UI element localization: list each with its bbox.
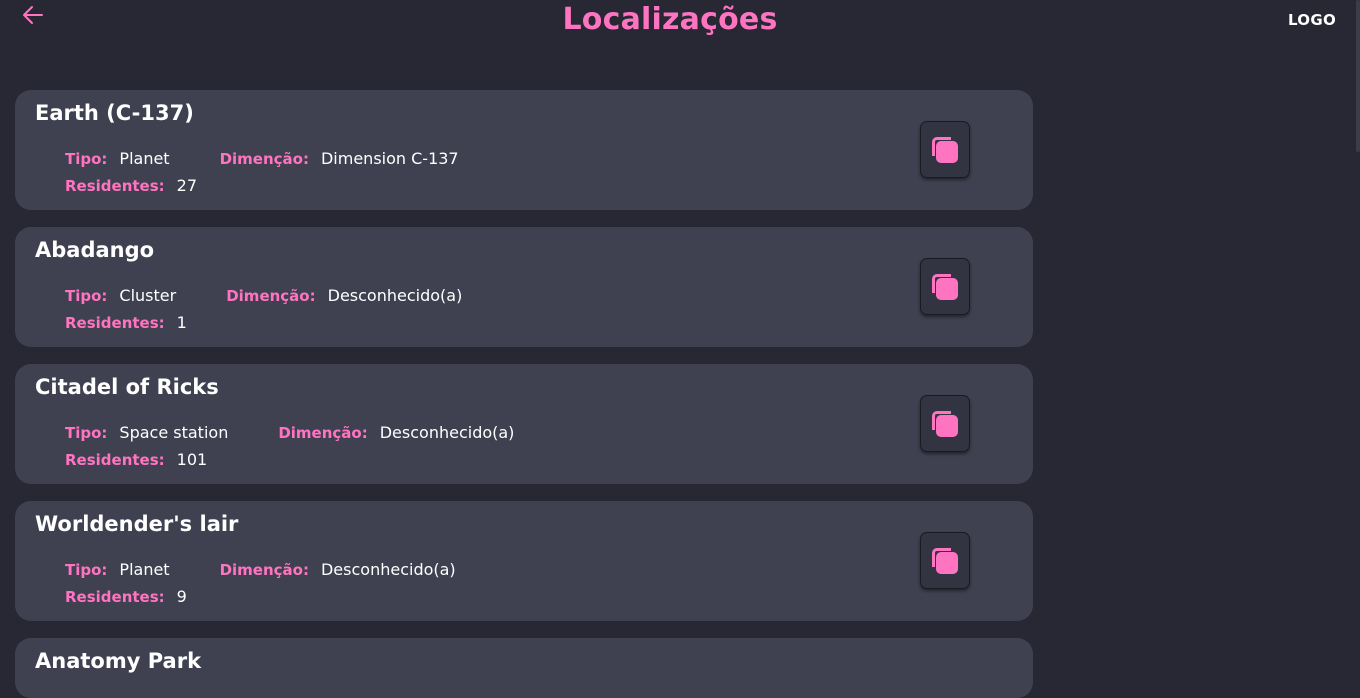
residents-label: Residentes: — [65, 314, 165, 332]
type-label: Tipo: — [65, 561, 108, 579]
copy-button[interactable] — [920, 395, 970, 452]
page-title: Localizações — [562, 2, 778, 37]
location-name: Earth (C-137) — [35, 101, 194, 125]
location-residents-row: Residentes: 101 — [65, 450, 207, 469]
logo[interactable]: LOGO — [1288, 11, 1336, 29]
dimension-value: Desconhecido(a) — [379, 423, 515, 442]
location-residents-row: Residentes: 9 — [65, 587, 187, 606]
location-card[interactable]: Abadango Tipo: Cluster Dimenção: Desconh… — [15, 227, 1033, 347]
location-info-row: Tipo: Cluster Dimenção: Desconhecido(a) — [65, 286, 462, 305]
residents-value: 9 — [176, 587, 187, 606]
dimension-label: Dimenção: — [219, 150, 309, 168]
dimension-label: Dimenção: — [219, 561, 309, 579]
location-name: Anatomy Park — [35, 649, 202, 673]
residents-value: 27 — [176, 176, 198, 195]
location-residents-row: Residentes: 1 — [65, 313, 187, 332]
type-value: Planet — [119, 149, 170, 168]
dimension-label: Dimenção: — [226, 287, 316, 305]
location-card[interactable]: Earth (C-137) Tipo: Planet Dimenção: Dim… — [15, 90, 1033, 210]
copy-icon — [932, 273, 958, 300]
residents-label: Residentes: — [65, 451, 165, 469]
location-info-row: Tipo: Planet Dimenção: Desconhecido(a) — [65, 560, 456, 579]
type-label: Tipo: — [65, 150, 108, 168]
copy-icon — [932, 136, 958, 163]
top-bar: Localizações LOGO — [0, 0, 1360, 60]
location-card[interactable]: Anatomy Park — [15, 638, 1033, 698]
type-value: Space station — [119, 423, 229, 442]
copy-button[interactable] — [920, 258, 970, 315]
type-label: Tipo: — [65, 287, 108, 305]
location-info-row: Tipo: Space station Dimenção: Desconheci… — [65, 423, 514, 442]
type-value: Planet — [119, 560, 170, 579]
residents-label: Residentes: — [65, 177, 165, 195]
scrollbar[interactable] — [1356, 0, 1360, 152]
location-residents-row: Residentes: 27 — [65, 176, 197, 195]
location-name: Worldender's lair — [35, 512, 239, 536]
type-value: Cluster — [119, 286, 177, 305]
dimension-value: Desconhecido(a) — [327, 286, 463, 305]
type-label: Tipo: — [65, 424, 108, 442]
residents-value: 1 — [176, 313, 187, 332]
dimension-value: Desconhecido(a) — [320, 560, 456, 579]
copy-icon — [932, 547, 958, 574]
location-name: Abadango — [35, 238, 155, 262]
locations-list: Earth (C-137) Tipo: Planet Dimenção: Dim… — [15, 90, 1033, 698]
location-card[interactable]: Citadel of Ricks Tipo: Space station Dim… — [15, 364, 1033, 484]
residents-value: 101 — [176, 450, 208, 469]
dimension-label: Dimenção: — [278, 424, 368, 442]
copy-button[interactable] — [920, 121, 970, 178]
dimension-value: Dimension C-137 — [320, 149, 459, 168]
location-name: Citadel of Ricks — [35, 375, 219, 399]
copy-icon — [932, 410, 958, 437]
copy-button[interactable] — [920, 532, 970, 589]
residents-label: Residentes: — [65, 588, 165, 606]
location-info-row: Tipo: Planet Dimenção: Dimension C-137 — [65, 149, 459, 168]
location-card[interactable]: Worldender's lair Tipo: Planet Dimenção:… — [15, 501, 1033, 621]
